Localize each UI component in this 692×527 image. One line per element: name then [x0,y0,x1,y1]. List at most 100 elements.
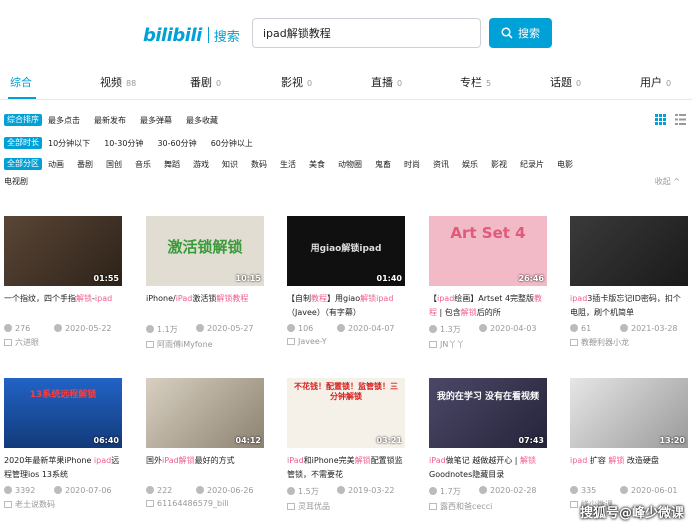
duration-30-60[interactable]: 30-60分钟 [157,138,196,149]
zone-item[interactable]: 影视 [491,159,507,170]
zone-item[interactable]: 数码 [251,159,267,170]
duration-all[interactable]: 全部时长 [4,137,42,149]
duration-under-10[interactable]: 10分钟以下 [48,138,90,149]
search-input[interactable] [252,18,481,48]
sort-most-clicks[interactable]: 最多点击 [48,115,80,126]
video-meta: 106 2020-04-07 [287,324,405,333]
tab-live[interactable]: 直播 0 [371,74,402,90]
video-title[interactable]: iPad和iPhone完美解锁配置锁监管锁，不需要花 [287,454,405,482]
video-card[interactable]: ipad3插卡版忘记ID密码，扣个电阻，刷个机简单 61 2021-03-28 教鞭利… [570,216,688,348]
video-title[interactable]: iPhone/iPad激活锁解锁教程 [146,292,264,320]
clock-icon [620,486,628,494]
zone-item[interactable]: 纪录片 [520,159,544,170]
clock-icon [620,324,628,332]
video-title[interactable]: ipad 扩容 解锁 改造硬盘 [570,454,688,482]
bilibili-logo[interactable]: bilibili 搜索 [143,22,240,48]
video-card[interactable]: 01:55 一个指纹，四个手指解锁-ipad 276 2020-05-22 六进眼 [4,216,122,348]
zone-all[interactable]: 全部分区 [4,158,42,170]
video-title[interactable]: 国外iPad解锁最好的方式 [146,454,264,482]
zone-item[interactable]: 动物圈 [338,159,362,170]
author-name: 阿雨傅iMyfone [157,340,213,349]
video-thumbnail[interactable] [570,216,688,286]
list-view-icon[interactable] [675,114,686,125]
zone-item[interactable]: 音乐 [135,159,151,170]
clock-icon [337,486,345,494]
video-card[interactable]: 激活锁解锁 10:15 iPhone/iPad激活锁解锁教程 1.1万 2020-05-… [146,216,264,350]
tab-user[interactable]: 用户 0 [640,74,671,90]
video-thumbnail[interactable]: 04:12 [146,378,264,448]
video-thumbnail[interactable]: 13:20 [570,378,688,448]
zone-item[interactable]: 资讯 [433,159,449,170]
video-title[interactable]: ipad3插卡版忘记ID密码，扣个电阻，刷个机简单 [570,292,688,320]
zone-item[interactable]: 电影 [557,159,573,170]
video-card[interactable]: 不花钱！配置锁！监管锁！三分钟解锁 03:21 iPad和iPhone完美解锁配置锁… [287,378,405,512]
title-segment: 解锁 [216,294,233,303]
video-author[interactable]: 灵耳优品 [287,501,405,512]
video-title[interactable]: 一个指纹，四个手指解锁-ipad [4,292,122,320]
video-card[interactable]: 13系统远程解锁 06:40 2020年最新苹果iPhone ipad远程管理ios… [4,378,122,510]
video-thumbnail[interactable]: 13系统远程解锁 06:40 [4,378,122,448]
video-title[interactable]: 2020年最新苹果iPhone ipad远程管理ios 13系统 [4,454,122,482]
video-thumbnail[interactable]: 我的在学习 没有在看视频 07:43 [429,378,547,448]
sort-default[interactable]: 综合排序 [4,114,42,126]
tab-film[interactable]: 影视 0 [281,74,312,90]
video-thumbnail[interactable]: 01:55 [4,216,122,286]
play-count-icon [146,486,154,494]
uploader-icon [4,501,12,508]
video-author[interactable]: 六进眼 [4,337,122,348]
tab-video[interactable]: 视频 88 [100,74,136,90]
author-name: 老土说数码 [15,500,55,509]
sort-most-favorites[interactable]: 最多收藏 [186,115,218,126]
video-meta: 335 2020-06-01 [570,486,688,495]
video-thumbnail[interactable]: Art Set 4 26:46 [429,216,547,286]
search-button[interactable]: 搜索 [489,18,552,48]
video-thumbnail[interactable]: 不花钱！配置锁！监管锁！三分钟解锁 03:21 [287,378,405,448]
zone-item[interactable]: 游戏 [193,159,209,170]
zone-item[interactable]: 国创 [106,159,122,170]
video-title[interactable]: 【自制教程】用giao解锁ipad （Javee）（有字幕） [287,292,405,320]
thumbnail-caption: 用giao解锁ipad [310,244,382,254]
tab-article[interactable]: 专栏 5 [460,74,491,90]
video-thumbnail[interactable]: 激活锁解锁 10:15 [146,216,264,286]
zone-item[interactable]: 时尚 [404,159,420,170]
title-segment: iPad [429,456,446,465]
video-title[interactable]: 【ipad绘画】Artset 4完整版教程 | 包含解锁后的所 [429,292,547,320]
video-card[interactable]: 用giao解锁ipad 01:40 【自制教程】用giao解锁ipad （Javee）… [287,216,405,346]
title-segment: 3插卡版忘记ID密码，扣个电阻，刷个机简单 [570,294,681,317]
video-card[interactable]: 13:20 ipad 扩容 解锁 改造硬盘 335 2020-06-01 峰少微课 [570,378,688,510]
video-author[interactable]: 61164486579_bili [146,499,264,508]
video-author[interactable]: JN丫丫 [429,339,547,350]
video-title[interactable]: iPad做笔记 越做越开心 | 解锁 Goodnotes隐藏目录 [429,454,547,482]
tab-all[interactable]: 综合 [10,74,32,90]
video-card[interactable]: 我的在学习 没有在看视频 07:43 iPad做笔记 越做越开心 | 解锁 Goodn… [429,378,547,512]
video-author[interactable]: 露西和爸cecci [429,501,547,512]
zone-item[interactable]: 舞蹈 [164,159,180,170]
play-count: 335 [581,486,597,495]
zone-item[interactable]: 动画 [48,159,64,170]
collapse-filters-button[interactable]: 收起 ^ [655,176,680,187]
zone-item[interactable]: 美食 [309,159,325,170]
tab-bangumi[interactable]: 番剧 0 [190,74,221,90]
tab-topic[interactable]: 话题 0 [550,74,581,90]
video-author[interactable]: 教鞭利器小龙 [570,337,688,348]
video-card[interactable]: 04:12 国外iPad解锁最好的方式 222 2020-06-26 611644865… [146,378,264,508]
zone-item[interactable]: 生活 [280,159,296,170]
zone-item[interactable]: 电视剧 [4,176,28,187]
video-card[interactable]: Art Set 4 26:46 【ipad绘画】Artset 4完整版教程 | 包含… [429,216,547,350]
duration-over-60[interactable]: 60分钟以上 [211,138,253,149]
upload-date: 2019-03-22 [348,486,395,495]
zone-item[interactable]: 娱乐 [462,159,478,170]
video-thumbnail[interactable]: 用giao解锁ipad 01:40 [287,216,405,286]
zone-filter-row: 全部分区 动画 番剧 国创 音乐 舞蹈 游戏 知识 数码 生活 美食 动物圈 鬼… [4,158,573,170]
zone-item[interactable]: 番剧 [77,159,93,170]
sort-newest[interactable]: 最新发布 [94,115,126,126]
video-duration: 01:40 [376,274,402,283]
sort-most-danmaku[interactable]: 最多弹幕 [140,115,172,126]
video-author[interactable]: 阿雨傅iMyfone [146,339,264,350]
grid-view-icon[interactable] [655,114,666,125]
video-author[interactable]: Javee-Y [287,337,405,346]
video-author[interactable]: 老土说数码 [4,499,122,510]
zone-item[interactable]: 知识 [222,159,238,170]
zone-item[interactable]: 鬼畜 [375,159,391,170]
duration-10-30[interactable]: 10-30分钟 [104,138,143,149]
